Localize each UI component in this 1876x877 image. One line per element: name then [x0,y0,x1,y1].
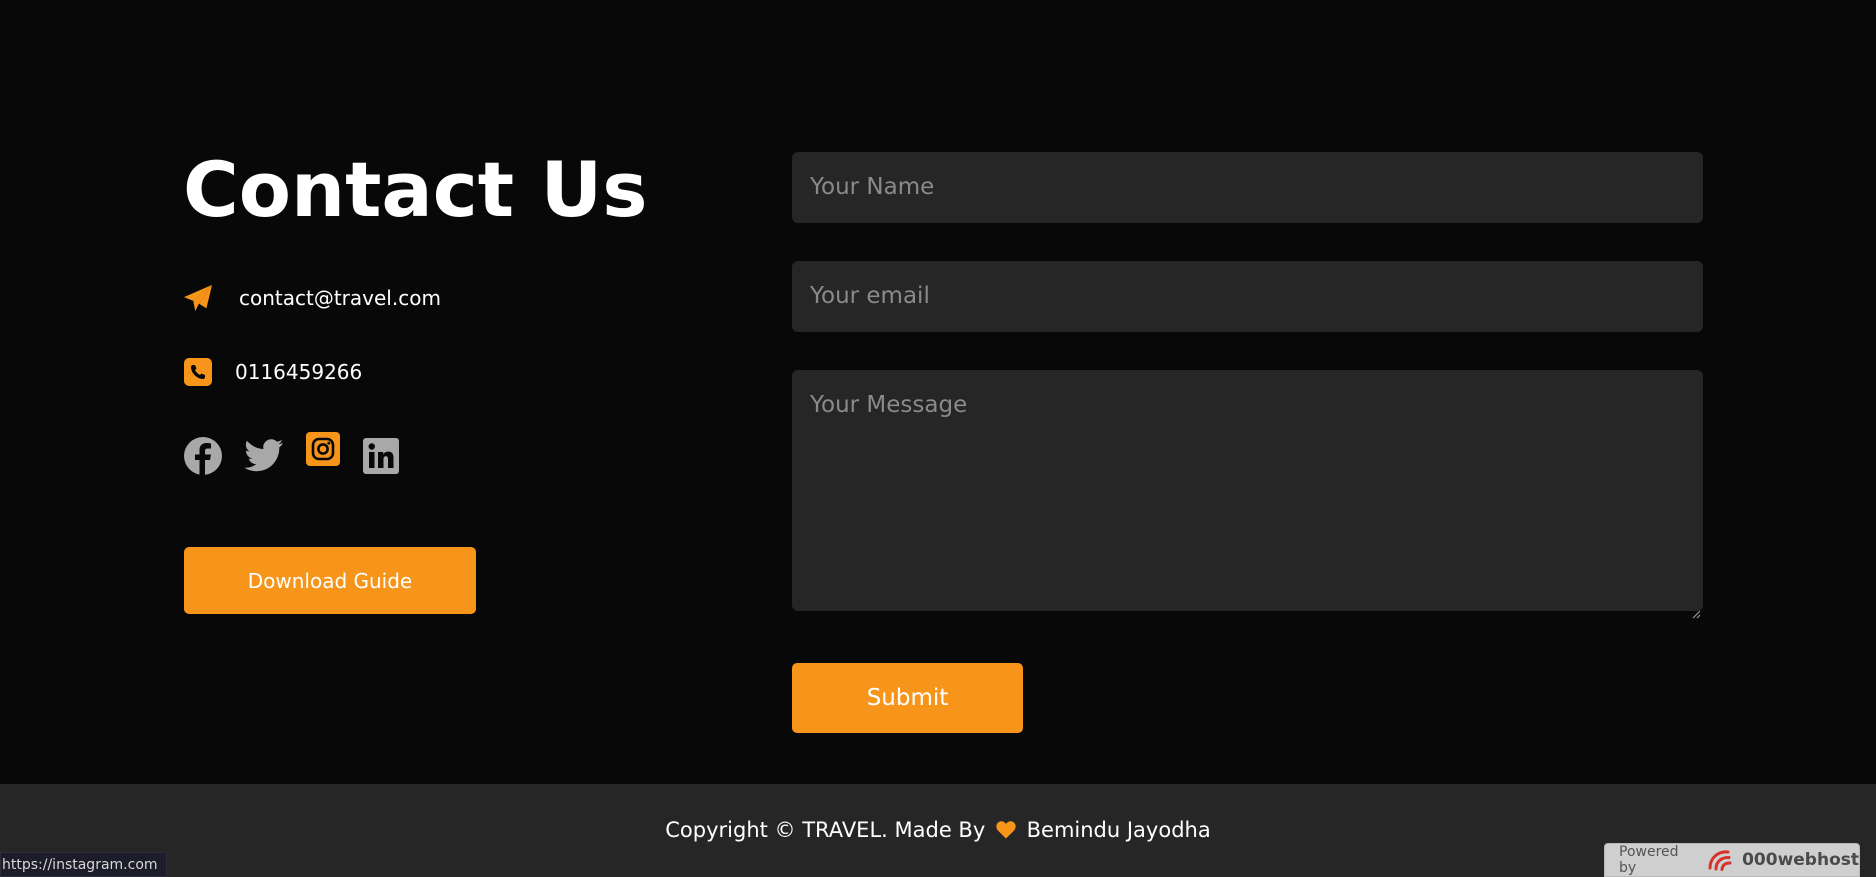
email-input[interactable]: Your email [792,261,1703,332]
contact-phone-row: 0116459266 [183,357,362,387]
message-textarea[interactable]: Your Message [792,370,1703,619]
contact-email-row: contact@travel.com [183,283,441,313]
paper-plane-icon [183,283,213,313]
author-name: Bemindu Jayodha [1026,818,1211,842]
powered-by-label: Powered by [1619,844,1679,876]
page: Contact Us contact@travel.com 0116459266 [0,0,1876,877]
footer: Copyright © TRAVEL. Made By Bemindu Jayo… [0,784,1876,877]
webhost-logo-icon [1706,848,1736,872]
heart-icon [996,820,1016,844]
contact-email[interactable]: contact@travel.com [239,286,441,310]
contact-phone[interactable]: 0116459266 [235,360,362,384]
message-textarea-placeholder: Your Message [810,392,968,418]
page-title: Contact Us [183,145,648,234]
download-guide-button[interactable]: Download Guide [184,547,476,614]
facebook-icon[interactable] [183,436,223,476]
powered-by-badge[interactable]: Powered by 000webhost [1604,843,1860,877]
linkedin-icon[interactable] [363,438,399,474]
submit-button[interactable]: Submit [792,663,1023,733]
name-input-placeholder: Your Name [810,174,935,200]
twitter-icon[interactable] [244,438,284,474]
phone-square-icon [183,357,213,387]
status-bar-url: https://instagram.com [0,852,167,877]
instagram-icon[interactable] [306,432,340,466]
email-input-placeholder: Your email [810,283,930,309]
contact-section: Contact Us contact@travel.com 0116459266 [0,0,1876,784]
webhost-brand: 000webhost [1742,850,1859,870]
name-input[interactable]: Your Name [792,152,1703,223]
resize-handle-icon[interactable] [1691,599,1701,619]
social-links [183,432,423,478]
copyright-prefix: Copyright © TRAVEL. Made By [665,818,986,842]
copyright-text: Copyright © TRAVEL. Made By Bemindu Jayo… [0,818,1876,844]
